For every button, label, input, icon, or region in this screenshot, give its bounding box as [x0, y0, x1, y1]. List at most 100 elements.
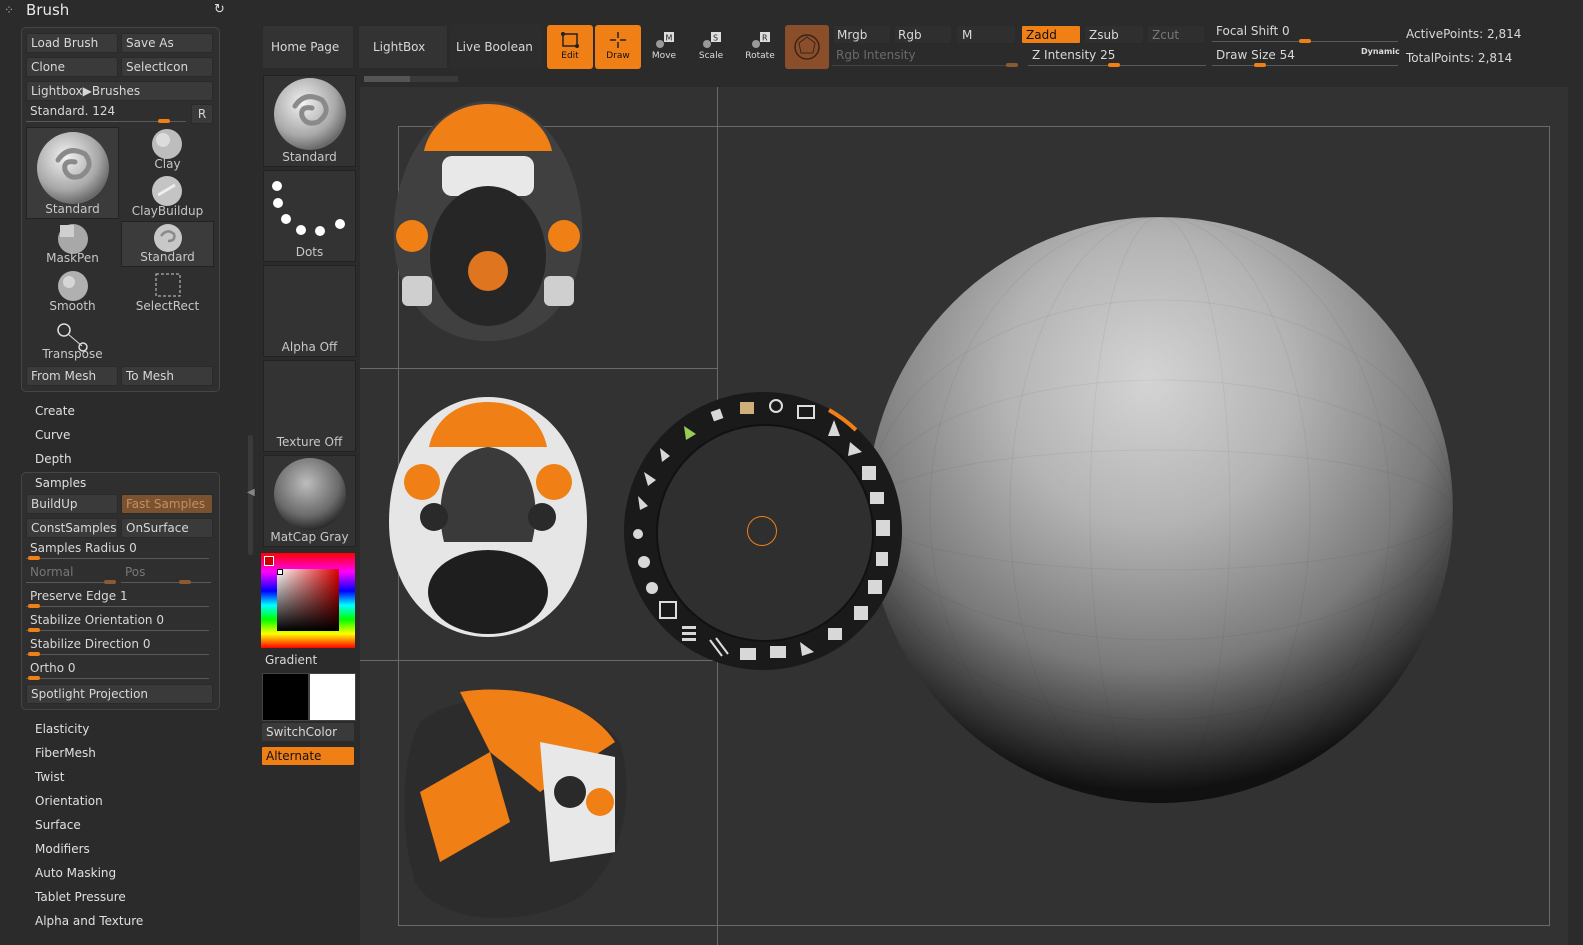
shelf-texture-tile[interactable]: Texture Off	[263, 360, 356, 452]
clone-button[interactable]: Clone	[26, 57, 118, 77]
pos-slider[interactable]: Pos	[121, 565, 213, 585]
menu-twist[interactable]: Twist	[35, 770, 64, 784]
zadd-button[interactable]: Zadd	[1021, 25, 1081, 44]
rotate-tool-button[interactable]: R Rotate	[737, 25, 783, 69]
menu-create[interactable]: Create	[35, 404, 75, 418]
menu-curve[interactable]: Curve	[35, 428, 70, 442]
shelf-stroke-tile[interactable]: Dots	[263, 170, 356, 262]
spotlight-projection-button[interactable]: Spotlight Projection	[26, 684, 213, 704]
const-samples-button[interactable]: ConstSamples	[26, 518, 118, 538]
menu-auto-masking[interactable]: Auto Masking	[35, 866, 116, 880]
matcap-sphere-icon	[274, 458, 346, 530]
menu-surface[interactable]: Surface	[35, 818, 81, 832]
guide-line-horizontal-1	[360, 368, 718, 369]
menu-fibermesh[interactable]: FiberMesh	[35, 746, 96, 760]
smooth-brush-icon	[58, 271, 88, 301]
select-icon-button[interactable]: SelectIcon	[121, 57, 213, 77]
move-tool-button[interactable]: M Move	[641, 25, 687, 69]
live-boolean-button[interactable]: Live Boolean	[451, 25, 543, 69]
gradient-label[interactable]: Gradient	[265, 653, 317, 667]
brush-name: ClayBuildup	[131, 204, 204, 218]
focal-shift-slider[interactable]: Focal Shift 0	[1212, 24, 1398, 44]
lightbox-button[interactable]: LightBox	[358, 25, 448, 69]
move-icon: M	[656, 32, 674, 48]
save-as-button[interactable]: Save As	[121, 33, 213, 53]
normal-slider[interactable]: Normal	[26, 565, 118, 585]
brush-name: Transpose	[42, 347, 103, 361]
stabilize-orientation-label: Stabilize Orientation 0	[30, 613, 164, 627]
draw-tool-button[interactable]: Draw	[595, 25, 641, 69]
menu-orientation[interactable]: Orientation	[35, 794, 103, 808]
menu-tablet-pressure[interactable]: Tablet Pressure	[35, 890, 126, 904]
switch-color-button[interactable]: SwitchColor	[261, 722, 355, 742]
rgb-intensity-slider[interactable]: Rgb Intensity	[832, 48, 1018, 68]
brush-palette: ⁘ Brush ↻ Load Brush Save As Clone Selec…	[0, 0, 232, 945]
lightbox-brushes-button[interactable]: Lightbox▶Brushes	[26, 81, 213, 101]
samples-title[interactable]: Samples	[35, 476, 86, 490]
menu-elasticity[interactable]: Elasticity	[35, 722, 89, 736]
rotate-icon: R	[752, 32, 770, 48]
rgb-intensity-label: Rgb Intensity	[836, 48, 916, 62]
preserve-edge-slider[interactable]: Preserve Edge 1	[26, 589, 211, 609]
buildup-button[interactable]: BuildUp	[26, 494, 118, 514]
to-mesh-button[interactable]: To Mesh	[121, 366, 213, 386]
palette-drag-icon[interactable]: ⁘	[4, 3, 14, 17]
draw-size-cursor	[747, 516, 777, 546]
preserve-edge-label: Preserve Edge 1	[30, 589, 128, 603]
color-square[interactable]	[277, 569, 339, 631]
canvas-scroll-indicator[interactable]	[364, 76, 410, 82]
alternate-button[interactable]: Alternate	[261, 746, 355, 766]
stabilize-direction-label: Stabilize Direction 0	[30, 637, 151, 651]
current-brush-slider[interactable]: Standard. 124	[26, 104, 191, 124]
tray-collapse-icon[interactable]: ◀	[247, 487, 255, 498]
shelf-brush-tile[interactable]: Standard	[263, 75, 356, 167]
menu-depth[interactable]: Depth	[35, 452, 72, 466]
z-intensity-slider[interactable]: Z Intensity 25	[1028, 48, 1206, 68]
zcut-button[interactable]: Zcut	[1147, 25, 1205, 44]
palette-title[interactable]: Brush	[26, 1, 69, 19]
shelf-material-tile[interactable]: MatCap Gray	[263, 455, 356, 547]
m-button[interactable]: M	[956, 25, 1016, 44]
brush-name: SelectRect	[135, 299, 200, 313]
rotate-tool-label: Rotate	[745, 51, 775, 61]
menu-modifiers[interactable]: Modifiers	[35, 842, 90, 856]
stabilize-orientation-slider[interactable]: Stabilize Orientation 0	[26, 613, 211, 633]
brush-tile-claybuildup[interactable]: ClayBuildup	[121, 174, 214, 219]
menu-alpha-and-texture[interactable]: Alpha and Texture	[35, 914, 143, 928]
on-surface-button[interactable]: OnSurface	[121, 518, 213, 538]
color-cursor	[277, 569, 283, 575]
brush-tile-clay[interactable]: Clay	[121, 127, 214, 172]
mrgb-button[interactable]: Mrgb	[833, 25, 891, 44]
edit-tool-button[interactable]: Edit	[547, 25, 593, 69]
main-color-swatch[interactable]	[262, 673, 309, 721]
brush-tile-transpose[interactable]: Transpose	[26, 316, 119, 363]
samples-radius-slider[interactable]: Samples Radius 0	[26, 541, 211, 561]
secondary-color-swatch[interactable]	[309, 673, 356, 721]
from-mesh-button[interactable]: From Mesh	[26, 366, 118, 386]
brush-tile-standard-large[interactable]: Standard	[26, 127, 119, 219]
color-picker[interactable]	[261, 553, 355, 648]
refresh-icon[interactable]: ↻	[214, 2, 225, 17]
brush-name: MaskPen	[46, 251, 99, 265]
rgb-button[interactable]: Rgb	[894, 25, 952, 44]
ortho-slider[interactable]: Ortho 0	[26, 661, 211, 681]
fast-samples-button[interactable]: Fast Samples	[121, 494, 213, 514]
scale-tool-button[interactable]: S Scale	[688, 25, 734, 69]
zsub-button[interactable]: Zsub	[1084, 25, 1144, 44]
home-page-button[interactable]: Home Page	[262, 25, 354, 69]
draw-size-slider[interactable]: Draw Size 54 Dynamic	[1212, 47, 1400, 68]
material-preview-button[interactable]	[785, 25, 829, 69]
scale-tool-label: Scale	[698, 51, 724, 61]
zsphere-mesh[interactable]	[860, 210, 1460, 810]
brush-tile-selectrect[interactable]: SelectRect	[121, 269, 214, 314]
shelf-alpha-tile[interactable]: Alpha Off	[263, 265, 356, 357]
brush-tile-standard-small[interactable]: Standard	[121, 221, 214, 267]
dynamic-toggle[interactable]: Dynamic	[1361, 47, 1400, 56]
stabilize-direction-slider[interactable]: Stabilize Direction 0	[26, 637, 211, 657]
load-brush-button[interactable]: Load Brush	[26, 33, 118, 53]
brush-tile-smooth[interactable]: Smooth	[26, 269, 119, 314]
shelf-brush-label: Standard	[282, 150, 337, 164]
r-button[interactable]: R	[191, 104, 213, 124]
standard-brush-icon	[154, 224, 182, 252]
brush-tile-maskpen[interactable]: MaskPen	[26, 221, 119, 266]
